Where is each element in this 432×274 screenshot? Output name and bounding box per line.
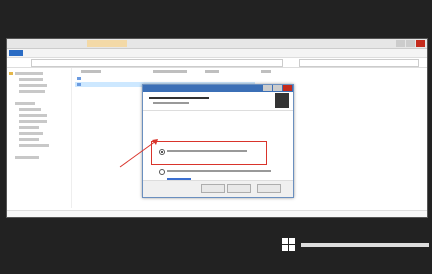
nav-item[interactable] [19,120,47,123]
nav-item[interactable] [19,84,47,87]
nav-item[interactable] [19,138,39,141]
ribbon [7,49,427,58]
nav-item[interactable] [19,78,43,81]
nav-item[interactable] [19,114,47,117]
cancel-button[interactable] [257,184,281,193]
option-label [167,170,271,172]
explorer-titlebar [7,39,427,49]
maximize-button[interactable] [273,85,282,91]
app-icon [77,83,81,86]
star-icon [9,72,13,75]
option-label [167,150,247,152]
server-logo-icon [275,93,289,108]
nav-item[interactable] [19,126,39,129]
builtin-engine-radio[interactable] [159,149,165,155]
minimize-button[interactable] [263,85,272,91]
dialog-footer [143,180,293,197]
status-bar [7,210,427,217]
column-header[interactable] [261,70,271,73]
maximize-button[interactable] [406,40,415,47]
windows-logo-icon [282,238,296,252]
setup-dialog [142,84,294,198]
column-header[interactable] [205,70,219,73]
search-input[interactable] [299,59,419,67]
next-button[interactable] [227,184,251,193]
nav-item[interactable] [15,102,35,105]
minimize-button[interactable] [396,40,405,47]
nav-item[interactable] [15,72,43,75]
close-button[interactable] [283,85,292,91]
nav-item[interactable] [19,90,45,93]
back-button[interactable] [201,184,225,193]
column-header[interactable] [153,70,187,73]
dialog-titlebar [143,85,293,92]
nav-item[interactable] [19,144,49,147]
address-row [7,58,427,68]
highlight-box [151,141,267,165]
dialog-header [143,92,293,111]
os-name [301,243,429,247]
nav-item[interactable] [15,156,39,159]
header-title [149,97,209,99]
nav-item[interactable] [19,132,43,135]
app-icon [77,77,81,80]
column-header[interactable] [81,70,101,73]
external-engine-radio[interactable] [159,169,165,175]
dialog-body [143,111,293,181]
application-tools-tab[interactable] [87,40,127,47]
address-bar[interactable] [31,59,283,67]
navigation-pane [7,68,72,208]
file-tab[interactable] [9,50,23,56]
header-subtitle [153,102,189,104]
nav-item[interactable] [19,108,41,111]
list-item[interactable] [75,76,255,81]
close-button[interactable] [416,40,425,47]
